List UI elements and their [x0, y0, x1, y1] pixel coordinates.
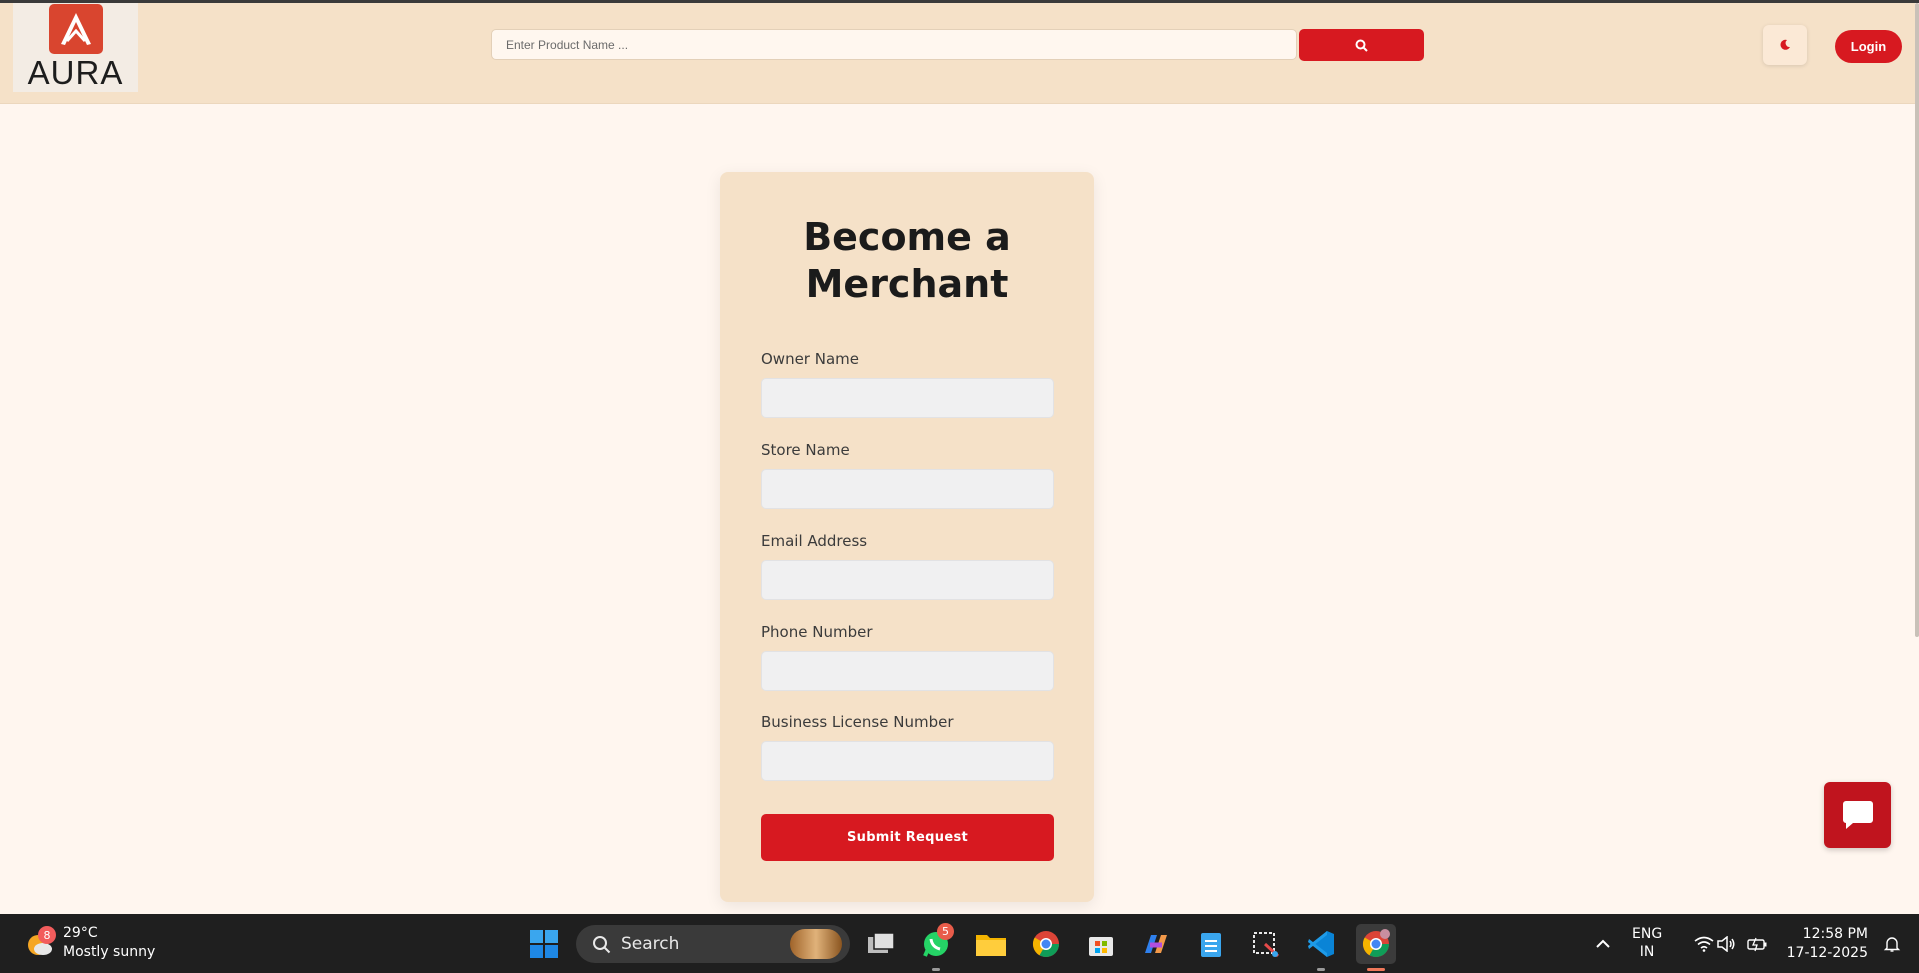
- taskbar-search[interactable]: Search: [576, 925, 850, 963]
- windows-start-icon[interactable]: [524, 924, 564, 964]
- notifications-icon[interactable]: [1872, 924, 1912, 964]
- weather-sun-icon: 8: [25, 926, 56, 958]
- copilot-icon[interactable]: [1136, 924, 1176, 964]
- taskbar-clock[interactable]: 12:58 PM 17-12-2025: [1782, 925, 1868, 963]
- search-icon: [593, 936, 611, 954]
- chrome-profile-icon[interactable]: [1356, 924, 1396, 971]
- email-address-field[interactable]: [761, 560, 1054, 600]
- notepad-icon[interactable]: [1191, 924, 1231, 964]
- logo-text: AURA: [27, 54, 124, 91]
- whatsapp-badge: 5: [937, 923, 954, 940]
- login-button[interactable]: Login: [1835, 30, 1902, 63]
- brand-logo[interactable]: AURA: [13, 3, 138, 92]
- windows-taskbar: 8 29°C Mostly sunny Search 5 ENG IN 12:5…: [0, 914, 1919, 973]
- search-icon: [1355, 39, 1368, 52]
- language-indicator[interactable]: ENG IN: [1632, 925, 1662, 961]
- weather-temperature: 29°C: [63, 925, 98, 941]
- submit-request-button[interactable]: Submit Request: [761, 814, 1054, 861]
- vscode-icon[interactable]: [1301, 924, 1341, 971]
- owner-name-label: Owner Name: [761, 350, 859, 368]
- language-line1: ENG: [1632, 926, 1663, 942]
- store-name-field[interactable]: [761, 469, 1054, 509]
- form-title: Become a Merchant: [803, 215, 1011, 306]
- whatsapp-icon[interactable]: 5: [916, 923, 956, 971]
- chrome-icon[interactable]: [1026, 924, 1066, 964]
- task-view-icon[interactable]: [861, 924, 901, 964]
- business-license-label: Business License Number: [761, 713, 954, 731]
- search-highlight-image: [790, 929, 842, 959]
- search-bar: [491, 29, 1424, 61]
- taskbar-search-label: Search: [621, 934, 680, 954]
- battery-icon[interactable]: [1738, 924, 1778, 964]
- logo-mark-icon: [48, 4, 103, 54]
- owner-name-field[interactable]: [761, 378, 1054, 418]
- phone-number-label: Phone Number: [761, 623, 873, 641]
- chat-icon: [1842, 801, 1873, 829]
- clock-time: 12:58 PM: [1802, 926, 1868, 942]
- store-name-label: Store Name: [761, 441, 850, 459]
- snipping-tool-icon[interactable]: [1246, 924, 1286, 964]
- file-explorer-icon[interactable]: [971, 924, 1011, 964]
- microsoft-store-icon[interactable]: [1081, 924, 1121, 964]
- show-hidden-icons-icon[interactable]: [1583, 924, 1623, 964]
- moon-icon: [1780, 39, 1790, 50]
- email-address-label: Email Address: [761, 532, 868, 550]
- language-line2: IN: [1639, 944, 1655, 960]
- phone-number-field[interactable]: [761, 651, 1054, 691]
- search-button[interactable]: [1299, 29, 1424, 61]
- merchant-form-card: Become a Merchant Owner Name Store Name …: [720, 172, 1094, 902]
- search-input[interactable]: [491, 29, 1297, 60]
- chat-button[interactable]: [1824, 782, 1891, 848]
- business-license-field[interactable]: [761, 741, 1054, 781]
- theme-toggle-button[interactable]: [1763, 25, 1807, 65]
- page-scrollbar[interactable]: [1915, 3, 1919, 637]
- weather-widget[interactable]: 8 29°C Mostly sunny: [25, 924, 155, 962]
- weather-condition: Mostly sunny: [63, 944, 156, 960]
- weather-badge: 8: [38, 926, 56, 944]
- navbar: AURA Login: [0, 3, 1915, 104]
- clock-date: 17-12-2025: [1786, 945, 1868, 961]
